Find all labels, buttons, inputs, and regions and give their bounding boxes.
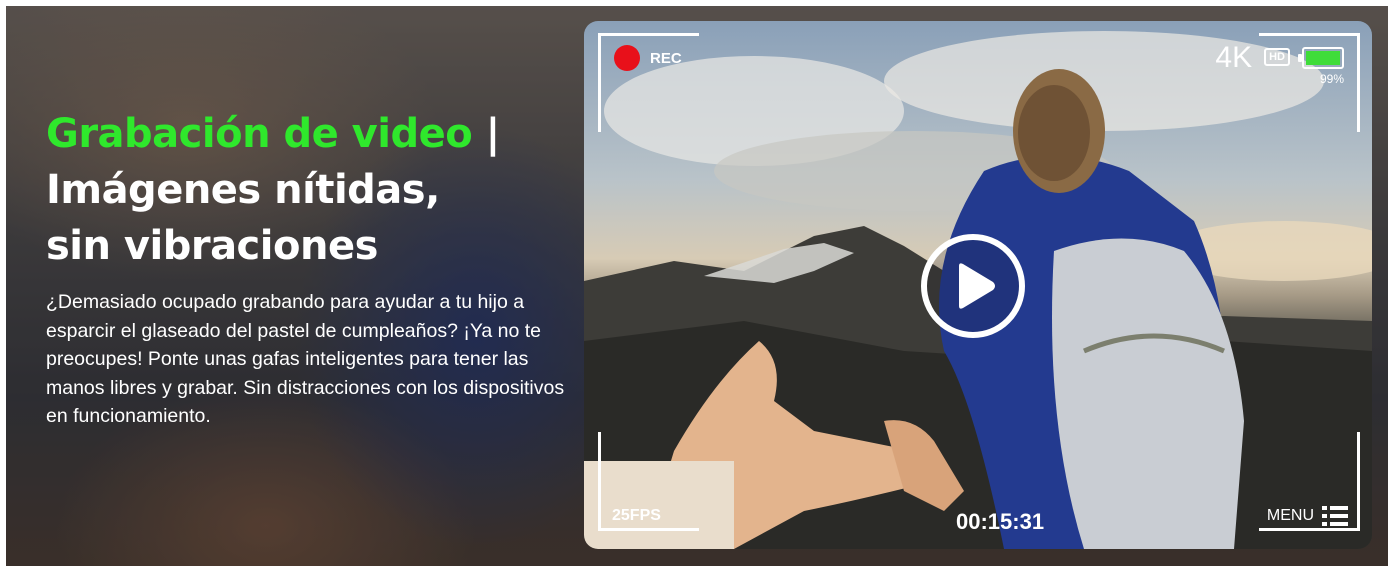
hd-icon: HD [1264, 48, 1290, 66]
headline-highlight: Grabación de video [46, 111, 473, 157]
headline: Grabación de video | Imágenes nítidas, s… [46, 106, 586, 274]
battery-fill [1306, 51, 1340, 65]
menu-list-icon [1322, 506, 1348, 526]
battery-percent: 99% [1319, 72, 1344, 86]
hero-banner: Grabación de video | Imágenes nítidas, s… [6, 6, 1388, 566]
menu-label: MENU [1266, 507, 1314, 524]
play-icon [959, 263, 995, 309]
play-button[interactable] [921, 234, 1025, 338]
fps-label: 25FPS [612, 507, 661, 524]
battery-status: 99% [1298, 43, 1344, 86]
menu-button[interactable]: MENU [1267, 505, 1348, 527]
headline-line-2: Imágenes nítidas, [46, 167, 440, 213]
record-dot-icon [614, 45, 640, 71]
quality-indicators: 4K HD 99% [1215, 43, 1344, 86]
video-player[interactable]: REC 4K HD 99% 25FPS 00:15:31 MENU [584, 21, 1372, 549]
headline-line-3: sin vibraciones [46, 223, 378, 269]
headline-separator: | [472, 111, 501, 157]
text-block: Grabación de video | Imágenes nítidas, s… [46, 106, 586, 431]
rec-label: REC [650, 49, 682, 67]
description: ¿Demasiado ocupado grabando para ayudar … [46, 291, 565, 427]
rec-indicator: REC [614, 45, 682, 71]
timecode: 00:15:31 [956, 509, 1045, 534]
battery-icon [1298, 47, 1344, 69]
resolution-label: 4K [1215, 41, 1253, 74]
